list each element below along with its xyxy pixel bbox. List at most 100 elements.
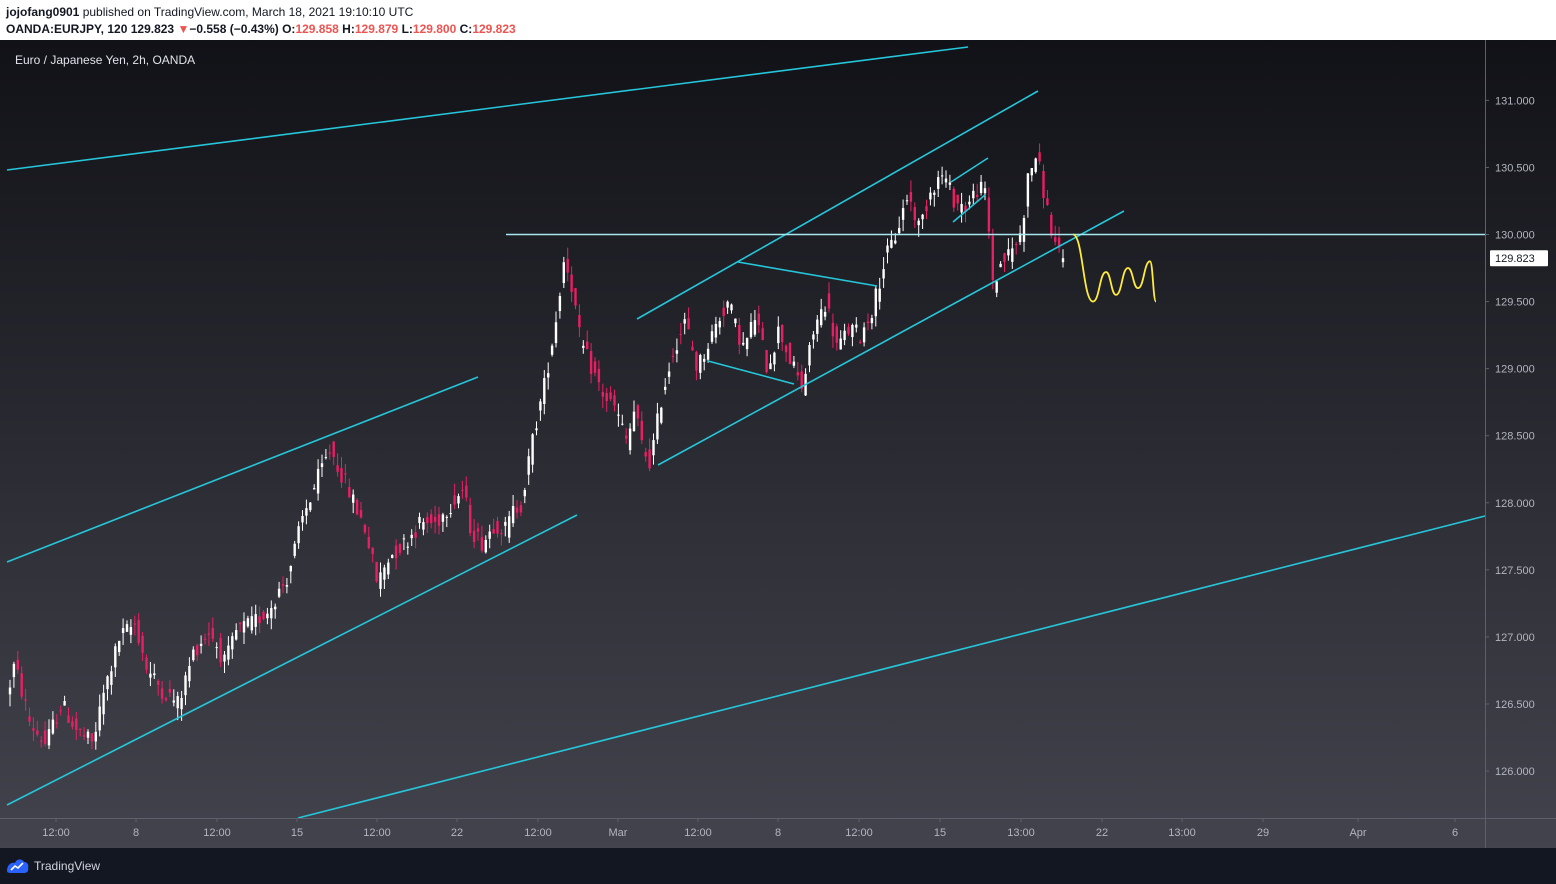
candle <box>578 304 581 338</box>
candle <box>242 612 246 644</box>
time-tick-label: 6 <box>1452 827 1458 839</box>
candle-body <box>527 456 530 475</box>
candle-body <box>983 188 987 194</box>
trendline <box>657 210 1125 466</box>
candle-body <box>20 673 23 697</box>
candle <box>597 360 601 391</box>
price-tick-label: 127.000 <box>1495 632 1535 644</box>
open-value: 129.858 <box>295 22 339 36</box>
candle-body <box>652 440 655 456</box>
candle <box>905 194 909 205</box>
candle-body <box>515 507 519 513</box>
candle-body <box>855 324 858 328</box>
candle-body <box>32 728 35 731</box>
candle-body <box>952 188 955 208</box>
price-tick-label: 129.500 <box>1495 297 1535 309</box>
candle <box>788 342 792 365</box>
candle-body <box>98 706 101 731</box>
candle <box>363 523 367 535</box>
candle <box>398 543 402 556</box>
candle-body <box>944 178 948 183</box>
candle <box>352 489 355 514</box>
candle <box>359 502 363 519</box>
candle <box>543 370 546 415</box>
candle <box>215 642 218 659</box>
candle <box>898 216 901 235</box>
candle-body <box>543 378 546 404</box>
candle-body <box>36 730 39 735</box>
candle-body <box>110 671 113 685</box>
tradingview-brand: TradingView <box>34 859 101 873</box>
candle <box>71 716 74 730</box>
price-chart[interactable]: 126.000 126.500 127.000 127.500 128.000 128.5… <box>0 40 1556 848</box>
candle-body <box>621 423 624 425</box>
candle <box>882 257 885 288</box>
candle <box>219 633 222 668</box>
candle <box>262 609 265 621</box>
candle <box>648 438 651 472</box>
candle <box>691 340 694 351</box>
candle <box>114 643 117 678</box>
candle-body <box>539 401 542 411</box>
candle <box>488 524 491 549</box>
candle-body <box>979 181 983 194</box>
candle <box>36 720 39 737</box>
candle-body <box>550 345 554 355</box>
chart-title: Euro / Japanese Yen, 2h, OANDA <box>15 53 196 67</box>
candle-body <box>63 701 66 706</box>
time-tick-label: 12:00 <box>845 827 873 839</box>
candle <box>433 505 437 534</box>
candle <box>430 509 433 529</box>
published-text: published on TradingView.com, March 18, … <box>82 5 414 19</box>
candle <box>862 322 866 347</box>
candle <box>515 499 519 519</box>
candle-body <box>761 328 764 340</box>
candle <box>628 423 632 455</box>
candle-body <box>519 505 523 513</box>
candle-body <box>1015 244 1018 246</box>
candle <box>636 403 640 427</box>
candle-body <box>784 345 788 353</box>
candle <box>422 518 425 536</box>
candle-body <box>558 295 562 312</box>
chart-area[interactable]: 126.000 126.500 127.000 127.500 128.000 128.5… <box>0 40 1556 848</box>
candle-body <box>816 319 819 334</box>
price-tick-label: 130.500 <box>1495 162 1535 174</box>
candle-body <box>75 718 78 730</box>
candle <box>706 342 710 363</box>
candle-body <box>742 342 745 345</box>
candle <box>796 362 799 381</box>
candle-body <box>578 315 581 328</box>
candle <box>406 542 409 555</box>
candle <box>355 498 359 516</box>
price-tick-label: 130.000 <box>1495 230 1535 242</box>
candle-body <box>414 532 417 538</box>
candle <box>391 554 394 559</box>
candle <box>769 354 772 370</box>
candle-body <box>164 698 168 701</box>
candle <box>465 476 468 502</box>
candle-body <box>433 516 437 522</box>
candle-body <box>160 688 164 699</box>
candle-body <box>153 673 156 676</box>
candle-body <box>293 543 296 556</box>
candle <box>223 651 226 674</box>
candle-body <box>305 508 308 516</box>
candle-body <box>937 177 940 189</box>
candle <box>457 493 460 509</box>
candle-body <box>270 607 273 619</box>
candle <box>878 277 881 310</box>
candle <box>121 618 125 646</box>
candle-body <box>262 611 265 620</box>
candle-body <box>461 489 464 491</box>
candle <box>250 606 253 634</box>
time-tick-label: 13:00 <box>1168 827 1196 839</box>
candle <box>207 622 211 646</box>
candle <box>547 362 550 390</box>
author-username[interactable]: jojofang0901 <box>6 5 79 19</box>
candle-body <box>695 352 698 371</box>
candle <box>324 448 328 460</box>
candle <box>258 606 261 634</box>
candle-body <box>449 513 452 515</box>
candle <box>808 342 811 373</box>
